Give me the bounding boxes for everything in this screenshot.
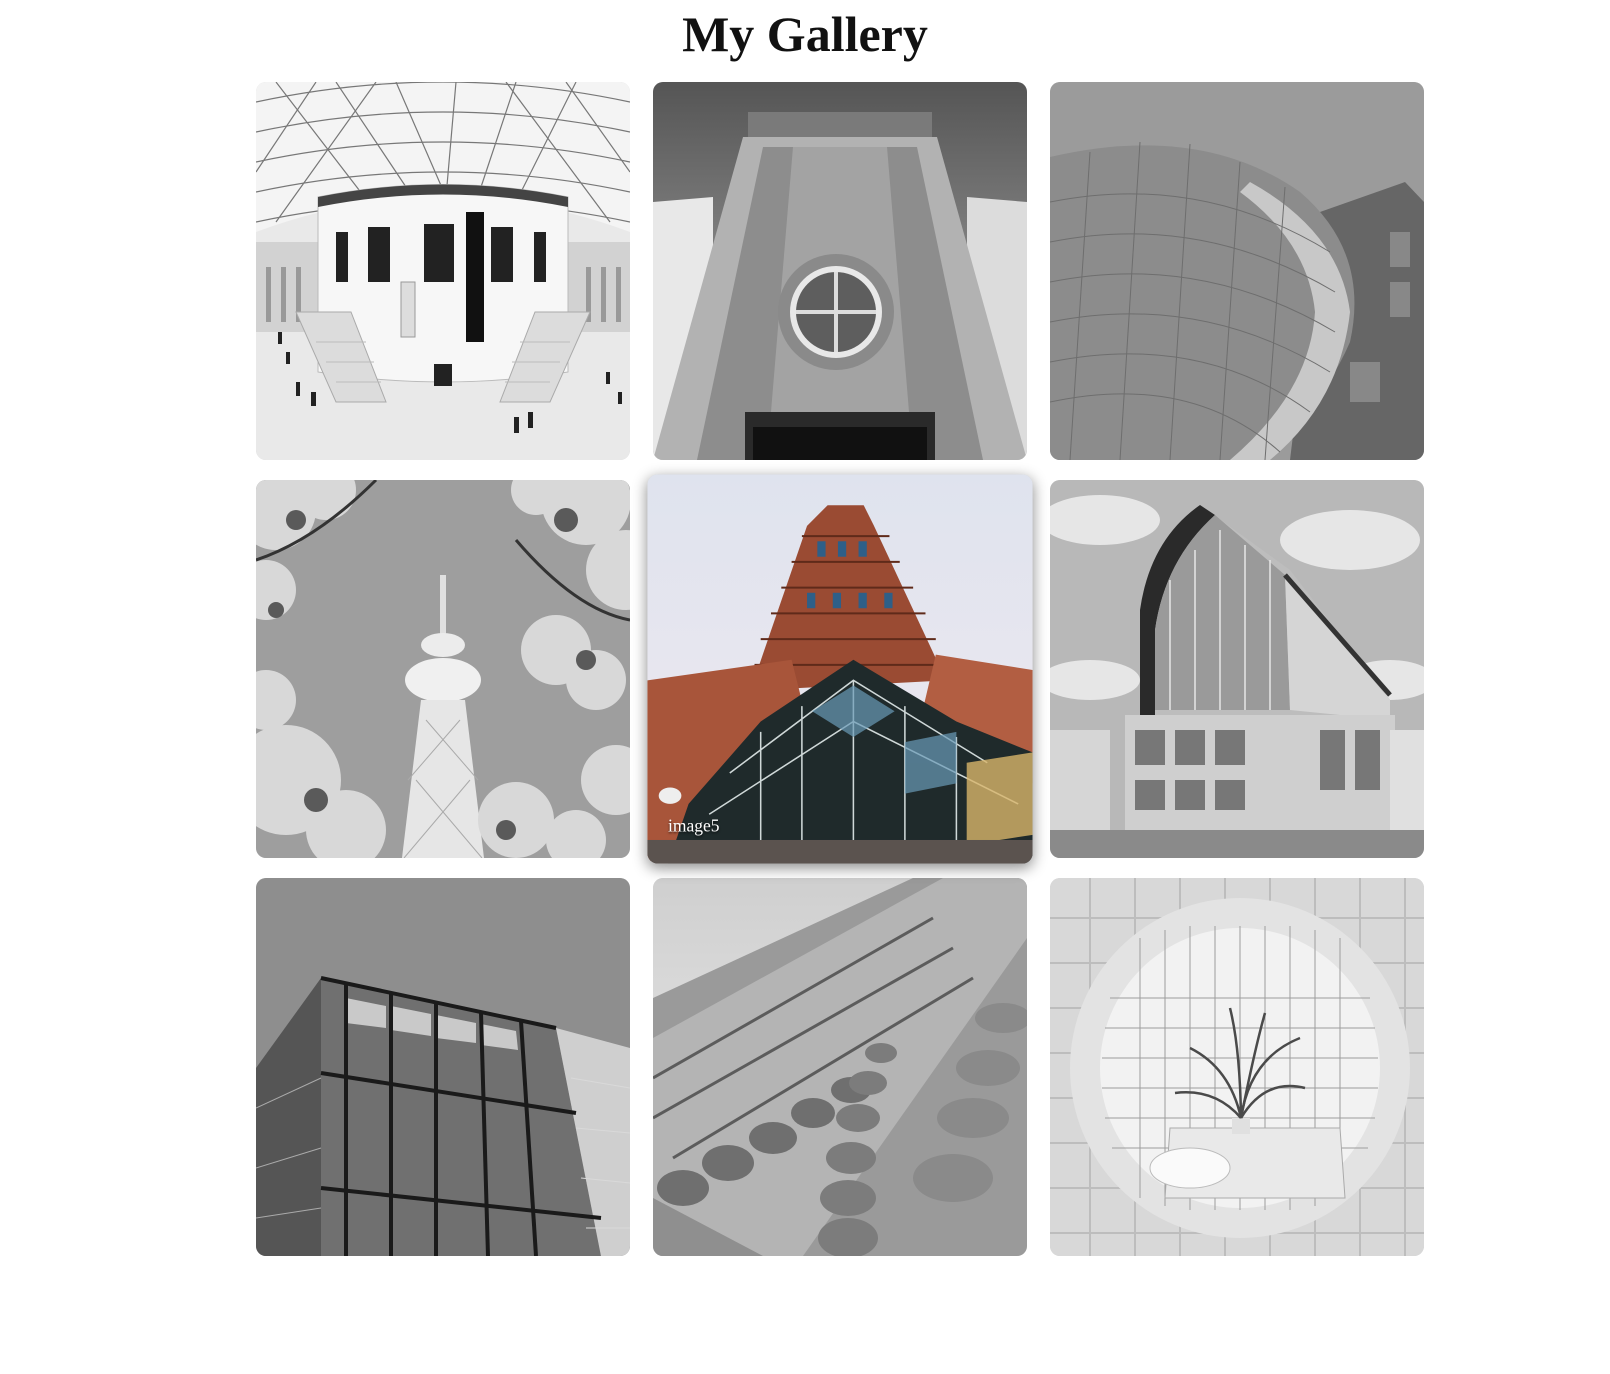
- atrium-photo: [256, 82, 630, 460]
- gallery-image-7[interactable]: [256, 878, 630, 1256]
- gallery-image-5[interactable]: image5: [647, 474, 1033, 864]
- ornate-facade-photo: [653, 878, 1027, 1256]
- doorway-photo: [653, 82, 1027, 460]
- gallery-image-9[interactable]: [1050, 878, 1424, 1256]
- skyscraper-photo: [647, 474, 1033, 864]
- curved-facade-photo: [1050, 82, 1424, 460]
- gallery-image-8[interactable]: [653, 878, 1027, 1256]
- office-building-photo: [1050, 480, 1424, 858]
- gallery-image-4[interactable]: [256, 480, 630, 858]
- tower-photo: [256, 480, 630, 858]
- image-gallery: image5: [256, 82, 1425, 1256]
- gallery-image-3[interactable]: [1050, 82, 1424, 460]
- gallery-image-6[interactable]: [1050, 480, 1424, 858]
- gallery-image-1[interactable]: [256, 82, 630, 460]
- tiled-room-photo: [1050, 878, 1424, 1256]
- image-caption: image5: [667, 816, 720, 836]
- page-title: My Gallery: [682, 6, 928, 62]
- curtain-wall-photo: [256, 878, 630, 1256]
- gallery-image-2[interactable]: [653, 82, 1027, 460]
